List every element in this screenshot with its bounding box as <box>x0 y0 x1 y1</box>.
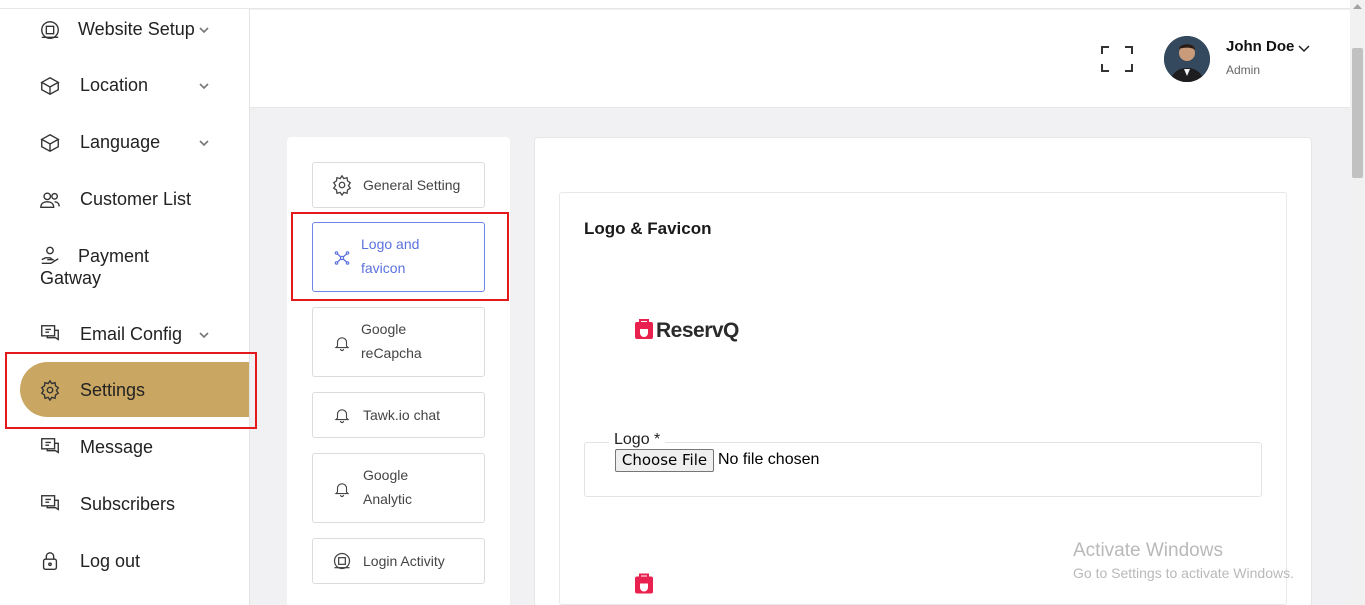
tab-label: Login Activity <box>363 553 445 569</box>
chevron-down-icon <box>199 27 209 34</box>
favicon-preview-icon <box>635 573 653 594</box>
tab-google-recapcha[interactable]: Google reCapcha <box>312 307 485 377</box>
choose-file-button[interactable]: Choose File <box>615 449 714 472</box>
file-status-text: No file chosen <box>718 451 820 468</box>
highlight-box-settings <box>5 352 257 429</box>
tab-general-setting[interactable]: General Setting <box>312 162 485 208</box>
sidebar-item-label: Location <box>80 75 149 95</box>
brand-logo-text: ReservQ <box>656 319 739 342</box>
bell-icon <box>331 404 353 426</box>
sidebar-item-language[interactable]: Language <box>0 129 249 157</box>
tab-label: Google <box>361 321 407 337</box>
sidebar-item-website-setup[interactable]: Website Setup <box>0 16 249 44</box>
sidebar-item-location[interactable]: Location <box>0 72 249 100</box>
sidebar-item-customer-list[interactable]: Customer List <box>0 186 249 214</box>
logo-field-label: Logo * <box>609 431 666 449</box>
sidebar-item-label: Customer List <box>80 189 192 209</box>
chevron-down-icon <box>199 83 209 90</box>
sidebar-item-label: Message <box>80 437 154 457</box>
sidebar-item-payment-gatway[interactable]: Payment Gatway <box>0 243 249 293</box>
activate-windows-title: Activate Windows <box>1073 540 1223 561</box>
user-role: Admin <box>1226 63 1261 77</box>
tab-tawk-chat[interactable]: Tawk.io chat <box>312 392 485 438</box>
chevron-down-icon[interactable] <box>1297 42 1311 54</box>
sidebar-item-label-line2: Gatway <box>40 268 102 288</box>
building-icon <box>331 550 353 572</box>
activate-windows-subtitle: Go to Settings to activate Windows. <box>1073 565 1294 581</box>
sidebar-item-subscribers[interactable]: Subscribers <box>0 491 249 519</box>
tab-google-analytic[interactable]: Google Analytic <box>312 453 485 523</box>
sidebar-item-message[interactable]: Message <box>0 434 249 462</box>
sidebar-item-label: Email Config <box>80 324 183 344</box>
chat-icon <box>38 322 62 346</box>
chat-icon <box>38 492 62 516</box>
chevron-down-icon <box>199 140 209 147</box>
bell-icon <box>331 332 353 354</box>
tab-label-line2: reCapcha <box>361 345 422 361</box>
sidebar: Website Setup Location Language Customer… <box>0 0 250 605</box>
tab-label-line2: Analytic <box>363 491 413 507</box>
section-title: Logo & Favicon <box>584 219 712 238</box>
scrollbar-thumb[interactable] <box>1352 48 1363 178</box>
chevron-down-icon <box>199 332 209 339</box>
cube-icon <box>38 131 62 155</box>
users-icon <box>38 188 62 212</box>
top-bar <box>0 0 1350 9</box>
tab-label: Google <box>363 467 409 483</box>
user-name[interactable]: John Doe <box>1226 38 1294 55</box>
sidebar-item-label: Website Setup <box>78 19 195 39</box>
highlight-box-logo-tab <box>291 212 509 301</box>
lock-icon <box>38 549 62 573</box>
brand-logo-icon <box>635 319 653 339</box>
avatar[interactable] <box>1164 36 1210 82</box>
gear-icon <box>331 174 353 196</box>
sidebar-item-label: Language <box>80 132 161 152</box>
tab-label: General Setting <box>363 177 461 193</box>
sidebar-item-logout[interactable]: Log out <box>0 548 249 576</box>
sidebar-item-label: Subscribers <box>80 494 176 514</box>
tab-login-activity[interactable]: Login Activity <box>312 538 485 584</box>
hand-coin-icon <box>38 244 62 268</box>
bell-icon <box>331 478 353 500</box>
cube-icon <box>38 74 62 98</box>
sidebar-item-email-config[interactable]: Email Config <box>0 321 249 349</box>
tab-label: Tawk.io chat <box>363 407 441 423</box>
sidebar-item-label: Payment <box>78 246 150 266</box>
scroll-up-arrow-icon[interactable] <box>1353 3 1362 9</box>
building-icon <box>38 18 62 42</box>
chat-icon <box>38 435 62 459</box>
sidebar-item-label: Log out <box>80 551 141 571</box>
fullscreen-icon[interactable] <box>1100 45 1134 73</box>
